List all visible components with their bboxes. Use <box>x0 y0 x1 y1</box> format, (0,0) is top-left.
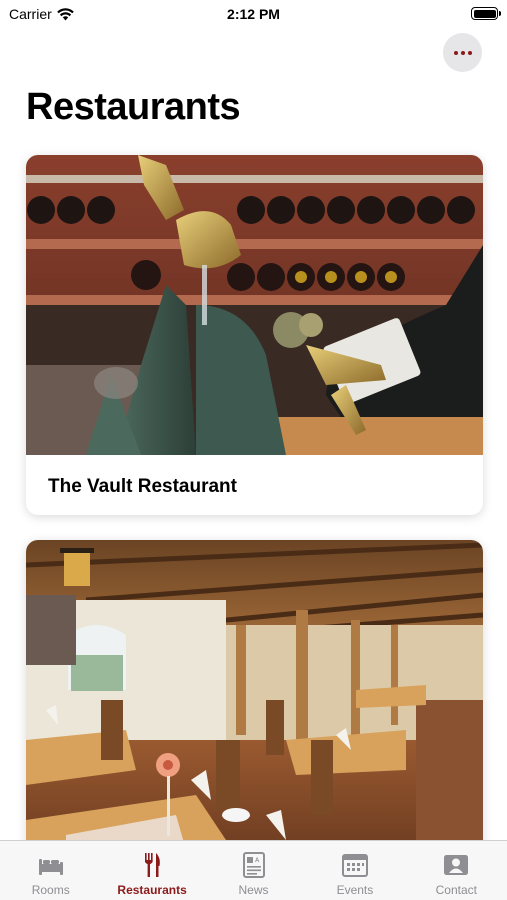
newspaper-icon: A <box>242 852 265 878</box>
more-dot <box>453 50 458 55</box>
restaurant-card-vault[interactable]: The Vault Restaurant <box>26 155 483 515</box>
tab-news[interactable]: A News <box>203 841 304 900</box>
calendar-icon <box>341 854 368 877</box>
vault-restaurant-photo <box>26 155 483 455</box>
restaurant-card-title: The Vault Restaurant <box>48 476 237 497</box>
svg-text:A: A <box>255 858 260 864</box>
page-title: Restaurants <box>26 86 241 128</box>
tab-rooms[interactable]: Rooms <box>0 841 101 900</box>
tab-bar: Rooms Restaurants A News Events Contact <box>0 840 507 900</box>
more-options-button[interactable] <box>443 33 482 72</box>
tab-label: Events <box>336 883 374 897</box>
restaurant-card-dining-room[interactable] <box>26 540 483 860</box>
tab-label: Rooms <box>31 883 70 897</box>
tab-restaurants[interactable]: Restaurants <box>101 841 202 900</box>
tab-label: News <box>238 883 269 897</box>
tab-label: Restaurants <box>117 883 187 897</box>
battery-icon <box>471 7 501 20</box>
contact-card-icon <box>444 855 469 875</box>
fork-knife-icon <box>145 853 160 877</box>
bed-icon <box>38 859 63 875</box>
status-time: 2:12 PM <box>227 6 280 22</box>
tab-events[interactable]: Events <box>304 841 405 900</box>
more-dot <box>467 50 472 55</box>
tab-label: Contact <box>435 883 477 897</box>
status-bar: Carrier 2:12 PM <box>0 0 507 30</box>
tab-contact[interactable]: Contact <box>406 841 507 900</box>
dining-room-photo <box>26 540 483 860</box>
more-dot <box>460 50 465 55</box>
